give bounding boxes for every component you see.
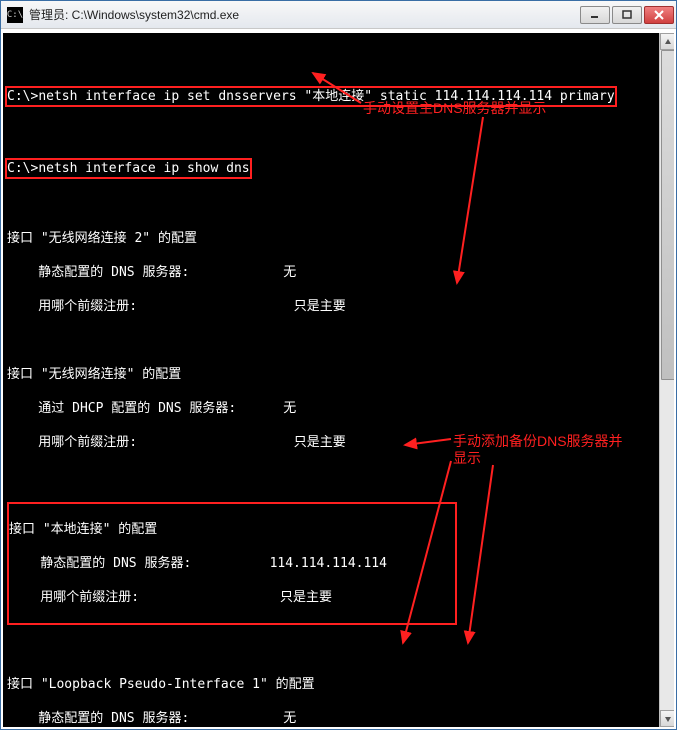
iface: "无线网络连接 2" [41,231,150,246]
lbl: 通过 DHCP 配置的 DNS 服务器: [7,401,236,416]
lbl: 的配置 [134,367,181,382]
prompt: C:\> [7,89,38,104]
val: 无 [283,265,296,280]
val: 无 [283,401,296,416]
val: 114.114.114.114 [270,556,387,571]
scroll-down-button[interactable] [660,710,676,727]
cmd2-box: C:\>netsh interface ip show dns [5,158,252,179]
annotation-1: 手动设置主DNS服务器并显示 [363,100,547,117]
val: 只是主要 [280,590,332,605]
titlebar[interactable]: C:\ 管理员: C:\Windows\system32\cmd.exe [1,1,676,29]
scroll-track[interactable] [660,50,676,710]
vertical-scrollbar[interactable] [659,33,676,727]
lbl: 用哪个前缀注册: [9,590,139,605]
scroll-up-button[interactable] [660,33,676,50]
lbl: 静态配置的 DNS 服务器: [7,711,189,726]
window-title: 管理员: C:\Windows\system32\cmd.exe [29,6,578,23]
local-cfg-box-1: 接口 "本地连接" 的配置 静态配置的 DNS 服务器: 114.114.114… [7,502,457,625]
lbl: 的配置 [110,522,157,537]
cmd-window: C:\ 管理员: C:\Windows\system32\cmd.exe C:\… [0,0,677,730]
prompt: C:\> [7,161,38,176]
iface: "无线网络连接" [41,367,135,382]
lbl: 静态配置的 DNS 服务器: [7,265,189,280]
lbl: 接口 [7,231,41,246]
lbl: 用哪个前缀注册: [7,435,137,450]
maximize-button[interactable] [612,6,642,24]
lbl: 的配置 [268,677,315,692]
iface: "Loopback Pseudo-Interface 1" [41,677,268,692]
iface: "本地连接" [43,522,111,537]
minimize-button[interactable] [580,6,610,24]
close-button[interactable] [644,6,674,24]
val: 无 [283,711,296,726]
val: 只是主要 [294,299,346,314]
lbl: 用哪个前缀注册: [7,299,137,314]
val: 只是主要 [294,435,346,450]
lbl: 的配置 [150,231,197,246]
console-area[interactable]: C:\>netsh interface ip set dnsservers "本… [1,29,676,729]
lbl: 接口 [7,677,41,692]
lbl: 静态配置的 DNS 服务器: [9,556,191,571]
scroll-thumb[interactable] [661,50,675,380]
cmd2: netsh interface ip show dns [38,161,249,176]
lbl: 接口 [9,522,43,537]
lbl: 接口 [7,367,41,382]
app-icon: C:\ [7,7,23,23]
annotation-2: 手动添加备份DNS服务器并显示 [453,433,653,467]
